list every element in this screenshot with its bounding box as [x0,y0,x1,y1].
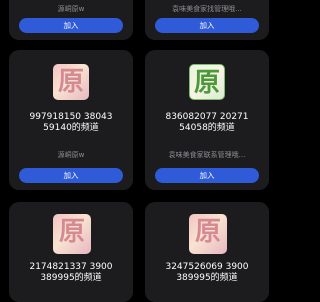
channel-card[interactable]: 原 997918150 38043 59140的频道 源峒原w 加入 [9,50,133,190]
channel-avatar: 原 [53,64,89,100]
channel-avatar: 原 [189,214,227,254]
channel-owner: 袁味美食家联系管理哦... [168,151,246,159]
channel-name: 836082077 20271 54058的频道 [165,112,249,133]
channel-owner: 源峒原w [57,151,85,159]
channel-avatar: 原 [189,64,225,100]
avatar-glyph: 原 [193,68,220,98]
channel-card[interactable]: 原 3247526069 3900 389995的频道 [145,202,269,302]
join-button[interactable]: 加入 [155,168,259,183]
channel-owner: 源峒原w [57,5,85,13]
join-button[interactable]: 加入 [19,168,123,183]
channel-name: 2174821337 3900 389995的频道 [29,262,113,283]
channel-name: 997918150 38043 59140的频道 [29,112,113,133]
avatar-glyph: 原 [58,217,85,247]
channel-owner: 袁味美食家找管理哦... [172,5,242,13]
channel-card[interactable]: 源峒原w 加入 [9,0,133,40]
avatar-glyph: 原 [57,67,84,97]
channel-card[interactable]: 原 836082077 20271 54058的频道 袁味美食家联系管理哦...… [145,50,269,190]
channel-card[interactable]: 原 2174821337 3900 389995的频道 [9,202,133,302]
join-button[interactable]: 加入 [19,18,123,33]
join-button[interactable]: 加入 [155,18,259,33]
channel-name: 3247526069 3900 389995的频道 [165,262,249,283]
channel-avatar: 原 [53,214,91,254]
avatar-glyph: 原 [194,217,221,247]
channel-card[interactable]: 袁味美食家找管理哦... 加入 [145,0,269,40]
